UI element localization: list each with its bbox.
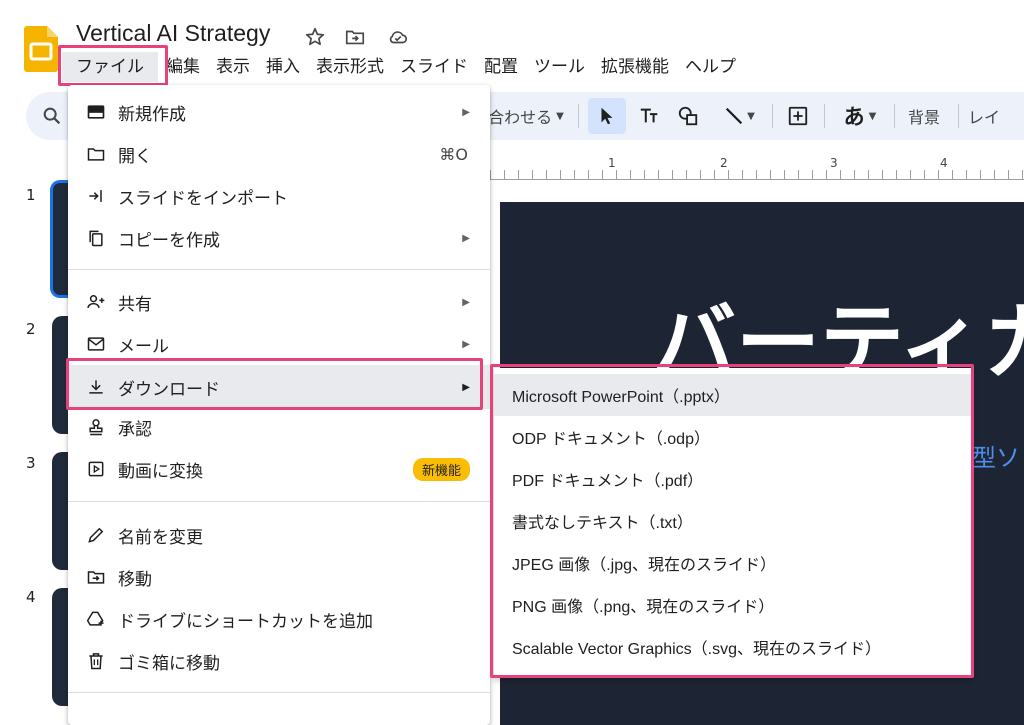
- folder-move-icon: [84, 565, 108, 589]
- chevron-down-icon: ▼: [868, 110, 877, 122]
- horizontal-ruler: 1 2 3 4: [490, 156, 1024, 180]
- menu-extensions[interactable]: 拡張機能: [593, 52, 677, 82]
- slide-number: 1: [26, 186, 36, 204]
- menu-item-add-drive-shortcut[interactable]: ドライブにショートカットを追加: [68, 599, 490, 639]
- video-icon: [84, 457, 108, 481]
- slide-thumbnail-1[interactable]: [50, 180, 70, 298]
- insert-comment-icon[interactable]: [780, 92, 816, 140]
- slide-subtitle-text[interactable]: 型ソ: [972, 438, 1020, 473]
- submenu-arrow-icon: ▶: [462, 338, 470, 350]
- ruler-ticks: [490, 170, 1024, 180]
- menu-divider: [68, 692, 490, 693]
- new-feature-badge: 新機能: [412, 457, 470, 481]
- toolbar-divider: [772, 104, 773, 128]
- menu-item-move-to-trash[interactable]: ゴミ箱に移動: [68, 641, 490, 681]
- menu-item-rename[interactable]: 名前を変更: [68, 515, 490, 555]
- menu-item-label: 新規作成: [118, 104, 186, 125]
- menu-item-share[interactable]: 共有 ▶: [68, 282, 490, 322]
- text-box-icon[interactable]: [632, 92, 666, 140]
- search-menus-icon[interactable]: [34, 92, 70, 140]
- toolbar-divider: [958, 104, 959, 128]
- menu-item-convert-video[interactable]: 動画に変換 新機能: [68, 449, 490, 489]
- import-icon: [84, 184, 108, 208]
- approval-icon: [84, 415, 108, 439]
- folder-icon: [84, 142, 108, 166]
- menu-item-shortcut: ⌘O: [439, 144, 468, 164]
- chevron-down-icon: ▼: [556, 110, 564, 122]
- menu-tools[interactable]: ツール: [526, 52, 593, 82]
- menu-item-label: 名前を変更: [118, 527, 203, 548]
- trash-icon: [84, 649, 108, 673]
- google-slides-logo[interactable]: [24, 26, 58, 72]
- menu-format[interactable]: 表示形式: [308, 52, 392, 82]
- menu-item-label: メール: [118, 336, 169, 357]
- download-highlight-box: [66, 358, 483, 410]
- submenu-arrow-icon: ▶: [462, 232, 470, 244]
- drive-shortcut-icon: [84, 607, 108, 631]
- ruler-number: 2: [720, 156, 728, 170]
- menu-item-label: スライドをインポート: [118, 188, 288, 209]
- cloud-saved-icon[interactable]: [385, 24, 411, 50]
- menu-view[interactable]: 表示: [208, 52, 258, 82]
- line-icon: [726, 107, 743, 125]
- zoom-fit-label: 合わせる: [488, 108, 553, 127]
- menu-item-label: ドライブにショートカットを追加: [118, 611, 373, 632]
- submenu-highlight-box: [490, 364, 974, 678]
- menu-item-label: 開く: [118, 146, 152, 167]
- submenu-arrow-icon: ▶: [462, 106, 470, 118]
- file-menu-highlight-box: [58, 45, 168, 86]
- menu-insert[interactable]: 挿入: [258, 52, 308, 82]
- menu-item-approvals[interactable]: 承認: [68, 407, 490, 447]
- menu-help[interactable]: ヘルプ: [677, 52, 744, 82]
- menu-divider: [68, 269, 490, 270]
- menu-item-move[interactable]: 移動: [68, 557, 490, 597]
- toolbar-divider: [894, 104, 895, 128]
- ruler-number: 3: [830, 156, 838, 170]
- menu-item-new[interactable]: 新規作成 ▶: [68, 92, 490, 132]
- document-title[interactable]: Vertical AI Strategy: [76, 20, 270, 47]
- input-tools-label: あ: [843, 105, 865, 129]
- slides-icon: [84, 100, 108, 124]
- menu-item-label: コピーを作成: [118, 230, 220, 251]
- menu-item-label: 共有: [118, 294, 152, 315]
- menu-item-label: 承認: [118, 419, 152, 440]
- ruler-number: 1: [608, 156, 616, 170]
- toolbar-divider: [824, 104, 825, 128]
- submenu-arrow-icon: ▶: [462, 296, 470, 308]
- person-add-icon: [84, 290, 108, 314]
- folder-move-icon[interactable]: [342, 24, 368, 50]
- toolbar-divider: [578, 104, 579, 128]
- menu-slide[interactable]: スライド: [392, 52, 476, 82]
- ruler-number: 4: [940, 156, 948, 170]
- star-icon[interactable]: [302, 24, 328, 50]
- line-tool-dropdown[interactable]: ▼: [714, 92, 764, 140]
- slide-number: 4: [26, 588, 36, 606]
- layout-button[interactable]: レイ: [968, 92, 1008, 140]
- menu-arrange[interactable]: 配置: [476, 52, 526, 82]
- select-cursor-icon[interactable]: [588, 98, 626, 134]
- menu-item-label: 動画に変換: [118, 461, 203, 482]
- slide-number: 3: [26, 454, 36, 472]
- chevron-down-icon: ▼: [747, 110, 755, 122]
- menu-item-import-slides[interactable]: スライドをインポート: [68, 176, 490, 216]
- menu-item-label: 移動: [118, 569, 152, 590]
- mail-icon: [84, 332, 108, 356]
- shape-icon[interactable]: [670, 92, 706, 140]
- zoom-fit-dropdown[interactable]: 合わせる ▼: [482, 92, 570, 140]
- input-tools-dropdown[interactable]: あ ▼: [832, 92, 888, 140]
- menu-divider: [68, 501, 490, 502]
- copy-icon: [84, 226, 108, 250]
- slide-number: 2: [26, 320, 36, 338]
- menu-item-open[interactable]: 開く ⌘O: [68, 134, 490, 174]
- menu-item-label: ゴミ箱に移動: [118, 653, 220, 674]
- menu-item-make-copy[interactable]: コピーを作成 ▶: [68, 218, 490, 258]
- background-button[interactable]: 背景: [900, 92, 948, 140]
- pencil-icon: [84, 523, 108, 547]
